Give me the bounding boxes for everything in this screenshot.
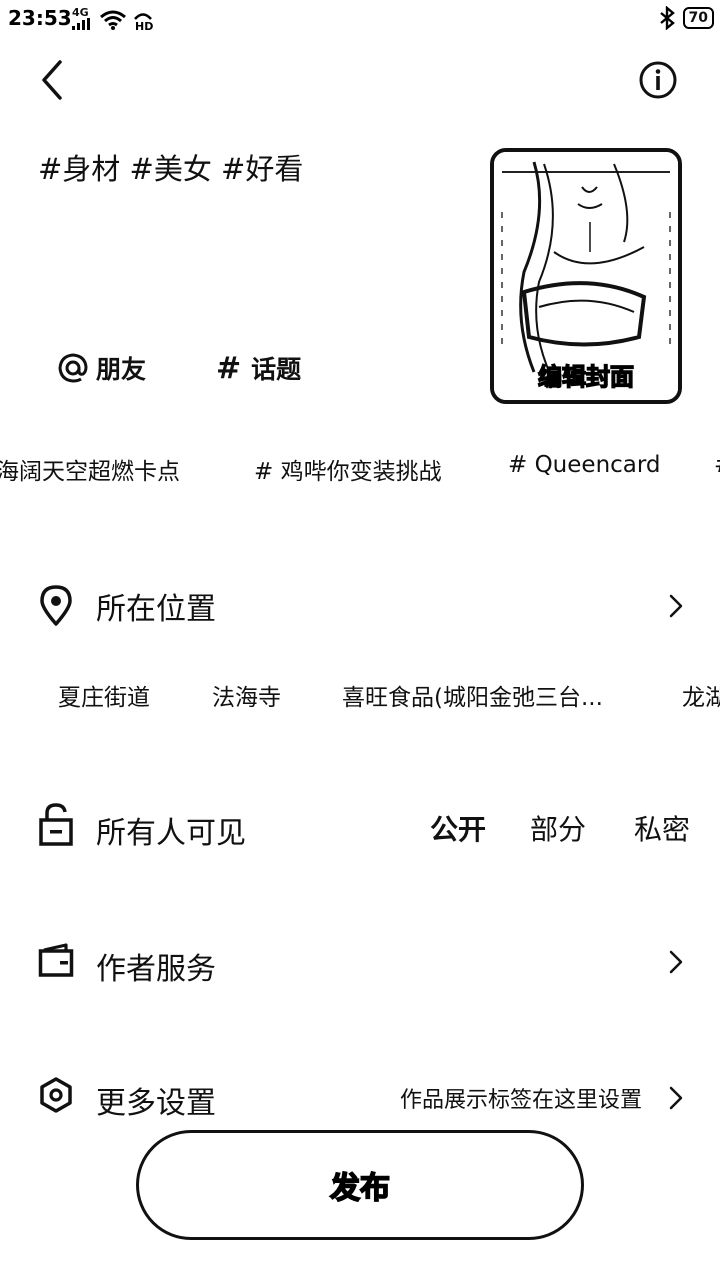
- status-left-icons: 4G HD: [72, 6, 154, 32]
- chevron-right-icon: [669, 1086, 683, 1110]
- location-title: 所在位置: [96, 592, 216, 627]
- settings-hexagon-icon: [40, 1077, 72, 1113]
- hash-icon: #: [216, 350, 242, 386]
- status-bar: 23:53 4G HD 70: [0, 0, 720, 38]
- location-suggestion[interactable]: 夏庄街道: [58, 678, 150, 712]
- mention-friends-button[interactable]: 朋友: [58, 350, 146, 386]
- back-button[interactable]: [34, 58, 74, 102]
- hot-topic-item[interactable]: # 鸡哔你变装挑战: [254, 452, 442, 486]
- caption-text[interactable]: #身材 #美女 #好看: [38, 146, 303, 188]
- hot-topic-item[interactable]: #: [714, 452, 720, 478]
- edit-cover-label[interactable]: 编辑封面: [494, 357, 678, 392]
- location-suggestion[interactable]: 龙湖: [682, 678, 720, 712]
- chevron-right-icon: [669, 950, 683, 974]
- author-services-title: 作者服务: [96, 952, 216, 987]
- publish-label: 发布: [329, 1170, 391, 1207]
- publish-button[interactable]: 发布: [136, 1130, 584, 1240]
- cover-preview[interactable]: 编辑封面: [490, 148, 682, 404]
- back-arrow-icon: [42, 60, 62, 100]
- more-settings-hint: 作品展示标签在这里设置: [400, 1088, 643, 1113]
- mention-label: 朋友: [96, 355, 147, 384]
- hot-topic-item[interactable]: # Queencard: [508, 452, 661, 478]
- wifi-icon: [100, 10, 126, 30]
- visibility-option-public[interactable]: 公开: [430, 808, 486, 848]
- location-suggestion[interactable]: 法海寺: [212, 678, 281, 712]
- signal-icon: 4G: [72, 6, 94, 32]
- battery-indicator: 70: [682, 7, 714, 29]
- topic-label: 话题: [251, 355, 302, 384]
- visibility-option-partial[interactable]: 部分: [530, 808, 586, 848]
- at-icon: [58, 353, 88, 383]
- location-suggestions: 夏庄街道 法海寺 喜旺食品(城阳金弛三台... 龙湖: [0, 678, 720, 714]
- svg-text:HD: HD: [135, 20, 153, 31]
- location-pin-icon: [40, 585, 72, 626]
- hot-topic-list: 海阔天空超燃卡点 # 鸡哔你变装挑战 # Queencard #: [0, 452, 720, 492]
- visibility-title: 所有人可见: [96, 816, 246, 851]
- visibility-option-private[interactable]: 私密: [634, 808, 690, 848]
- bluetooth-icon: [659, 6, 675, 30]
- status-time: 23:53: [8, 6, 72, 30]
- location-suggestion[interactable]: 喜旺食品(城阳金弛三台...: [342, 678, 603, 712]
- unlock-icon: [39, 803, 73, 846]
- network-type-label: 4G: [72, 6, 89, 19]
- info-button[interactable]: [638, 60, 678, 100]
- hot-topic-item[interactable]: 海阔天空超燃卡点: [0, 452, 180, 486]
- info-icon: [639, 61, 677, 99]
- wallet-icon: [38, 943, 74, 977]
- status-right: 70: [659, 6, 714, 30]
- chevron-right-icon: [669, 594, 683, 618]
- hd-icon: HD: [134, 13, 153, 31]
- more-settings-title: 更多设置: [96, 1086, 216, 1121]
- add-topic-button[interactable]: # 话题: [216, 350, 301, 386]
